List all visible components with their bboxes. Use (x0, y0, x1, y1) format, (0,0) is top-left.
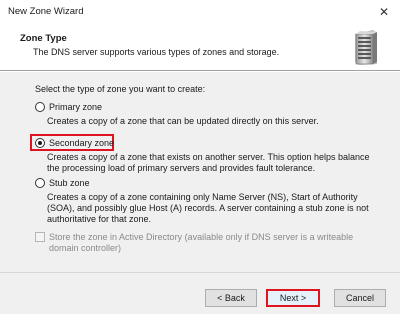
stub-zone-description: Creates a copy of a zone containing only… (47, 192, 369, 224)
wizard-header: Zone Type The DNS server supports variou… (0, 24, 400, 70)
cancel-button[interactable]: Cancel (334, 289, 386, 307)
close-button[interactable]: ✕ (368, 0, 400, 24)
store-in-ad-checkbox[interactable] (35, 232, 45, 242)
secondary-zone-radio-circle[interactable] (35, 138, 45, 148)
server-icon (355, 30, 377, 65)
next-button[interactable]: Next > (266, 289, 320, 307)
close-icon: ✕ (378, 5, 390, 19)
primary-zone-label[interactable]: Primary zone (49, 102, 102, 112)
secondary-zone-label[interactable]: Secondary zone (49, 138, 114, 148)
page-title: Zone Type (20, 33, 67, 44)
back-button[interactable]: < Back (205, 289, 257, 307)
store-in-ad-label: Store the zone in Active Directory (avai… (49, 232, 354, 253)
window-title: New Zone Wizard (8, 6, 84, 17)
title-bar: New Zone Wizard ✕ (0, 0, 400, 24)
primary-zone-radio-circle[interactable] (35, 102, 45, 112)
wizard-content: Select the type of zone you want to crea… (0, 72, 400, 272)
stub-zone-radio-circle[interactable] (35, 178, 45, 188)
zone-type-prompt: Select the type of zone you want to crea… (35, 84, 206, 94)
primary-zone-description: Creates a copy of a zone that can be upd… (47, 116, 319, 126)
footer-divider (0, 272, 400, 273)
secondary-zone-description: Creates a copy of a zone that exists on … (47, 152, 370, 173)
stub-zone-label[interactable]: Stub zone (49, 178, 90, 188)
page-subtitle: The DNS server supports various types of… (33, 47, 280, 57)
wizard-footer: < Back Next > Cancel (0, 272, 400, 314)
